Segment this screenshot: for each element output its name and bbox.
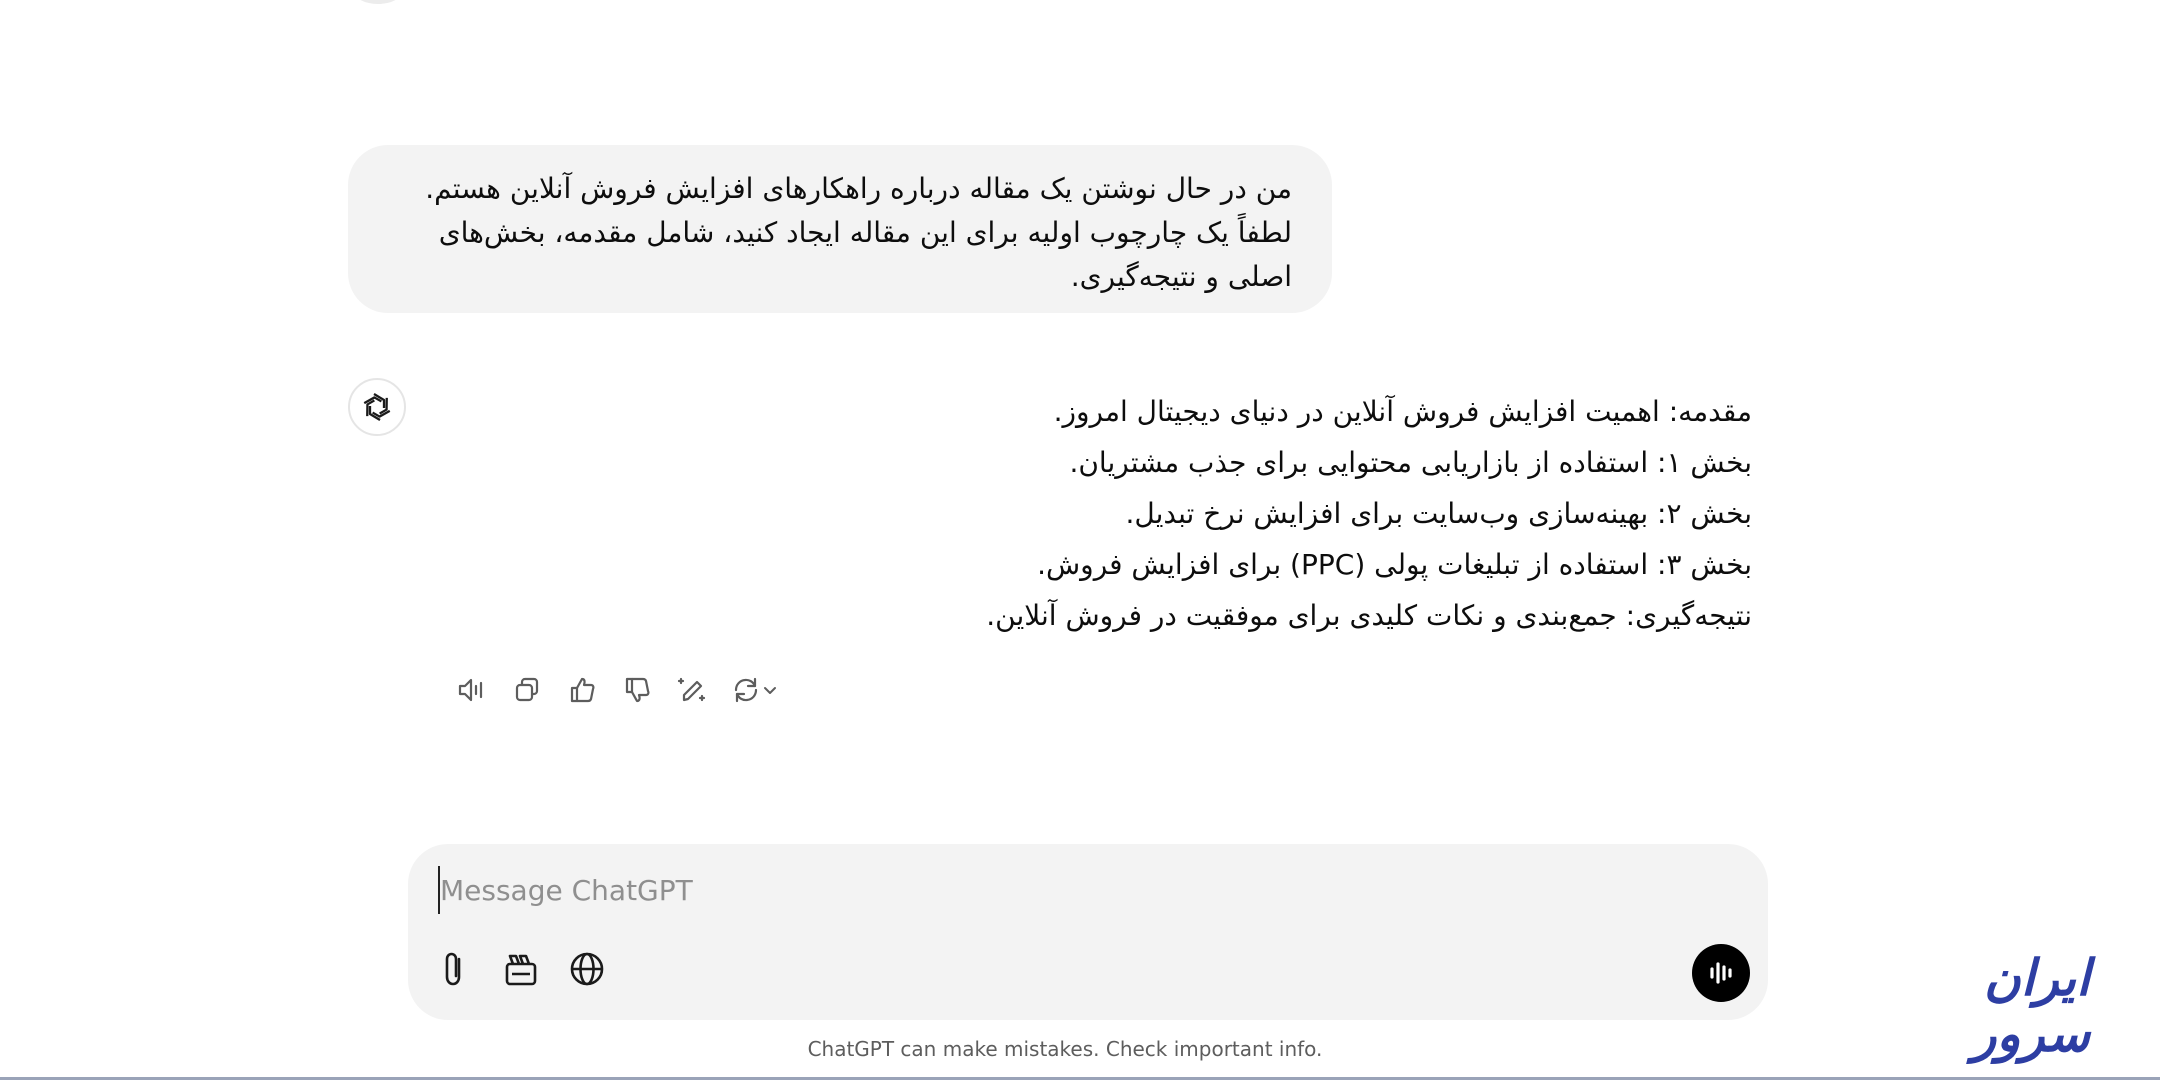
openai-logo-icon bbox=[363, 393, 391, 421]
chevron-down-icon bbox=[764, 687, 776, 694]
attach-icon bbox=[445, 952, 461, 986]
copy-button[interactable] bbox=[505, 668, 549, 712]
assistant-message-line: بخش ۲: بهینه‌سازی وب‌سایت برای افزایش نر… bbox=[1125, 497, 1752, 530]
edit-in-canvas-button[interactable] bbox=[670, 668, 714, 712]
read-aloud-button[interactable] bbox=[450, 668, 494, 712]
globe-icon bbox=[570, 952, 604, 986]
message-composer bbox=[408, 844, 1768, 1020]
tools-icon bbox=[505, 954, 537, 986]
search-web-button[interactable] bbox=[564, 946, 610, 992]
good-response-button[interactable] bbox=[560, 668, 604, 712]
user-message-line: اصلی و نتیجه‌گیری. bbox=[1070, 260, 1292, 293]
copy-icon bbox=[515, 677, 539, 702]
assistant-message-line: مقدمه: اهمیت افزایش فروش آنلاین در دنیای… bbox=[1053, 395, 1752, 428]
thumbs-down-icon bbox=[625, 677, 650, 703]
attach-button[interactable] bbox=[432, 946, 478, 992]
user-message-bubble: من در حال نوشتن یک مقاله درباره راهکارها… bbox=[348, 145, 1332, 313]
assistant-avatar bbox=[348, 378, 406, 436]
disclaimer-text: ChatGPT can make mistakes. Check importa… bbox=[807, 1037, 1323, 1061]
thumbs-up-icon bbox=[570, 677, 595, 703]
assistant-message-line: بخش ۳: استفاده از تبلیغات پولی (PPC) برا… bbox=[1037, 548, 1752, 581]
user-message-line: لطفاً یک چارچوب اولیه برای این مقاله ایج… bbox=[438, 216, 1292, 249]
voice-mode-button[interactable] bbox=[1692, 944, 1750, 1002]
message-input[interactable] bbox=[438, 866, 1642, 914]
regenerate-icon bbox=[734, 677, 758, 703]
message-actions bbox=[450, 668, 796, 712]
voice-mode-icon bbox=[1710, 962, 1732, 984]
bad-response-button[interactable] bbox=[615, 668, 659, 712]
assistant-message-line: نتیجه‌گیری: جمع‌بندی و نکات کلیدی برای م… bbox=[986, 599, 1752, 632]
read-aloud-icon bbox=[458, 678, 483, 702]
user-message-line: من در حال نوشتن یک مقاله درباره راهکارها… bbox=[425, 172, 1292, 205]
regenerate-button[interactable] bbox=[725, 668, 785, 712]
assistant-message: مقدمه: اهمیت افزایش فروش آنلاین در دنیای… bbox=[852, 386, 1752, 641]
assistant-message-line: بخش ۱: استفاده از بازاریابی محتوایی برای… bbox=[1069, 446, 1752, 479]
previous-avatar-edge bbox=[354, 0, 402, 4]
tools-button[interactable] bbox=[498, 946, 544, 992]
iranserver-logo: ایران سرور bbox=[1858, 950, 2092, 1062]
edit-canvas-icon bbox=[677, 677, 706, 702]
iranserver-logo-text: ایران سرور bbox=[1972, 949, 2092, 1063]
